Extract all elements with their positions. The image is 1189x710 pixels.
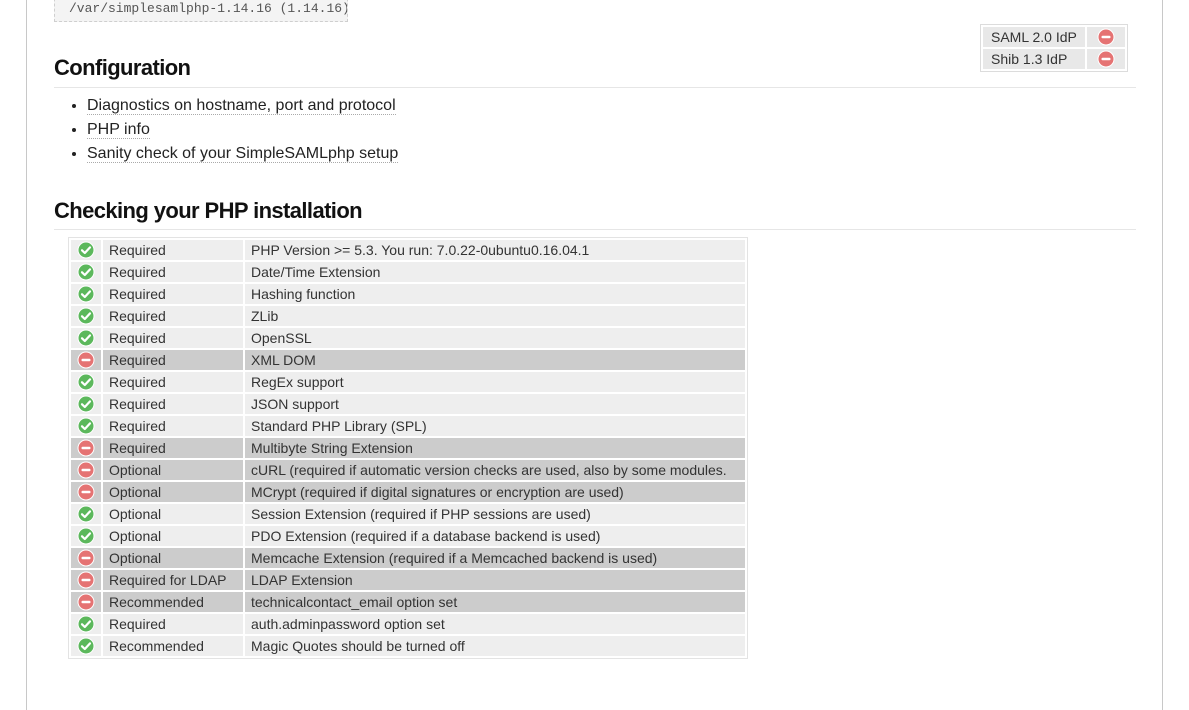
requirement-level: Recommended [103,636,243,656]
requirement-level: Required [103,284,243,304]
check-icon [71,416,101,436]
table-row: Optional cURL (required if automatic vers… [71,460,745,480]
list-item: Sanity check of your SimpleSAMLphp setup [87,142,399,166]
check-description: ZLib [245,306,745,326]
table-row: Required OpenSSL [71,328,745,348]
check-description: auth.adminpassword option set [245,614,745,634]
requirement-level: Required for LDAP [103,570,243,590]
requirement-level: Required [103,394,243,414]
fail-icon [71,438,101,458]
requirement-level: Optional [103,482,243,502]
metadata-label: SAML 2.0 IdP [983,27,1085,47]
diagnostics-link[interactable]: Diagnostics on hostname, port and protoc… [87,97,396,115]
check-description: PDO Extension (required if a database ba… [245,526,745,546]
configuration-links: Diagnostics on hostname, port and protoc… [54,94,399,166]
list-item: Diagnostics on hostname, port and protoc… [87,94,398,118]
fail-icon [1086,49,1125,69]
requirement-level: Required [103,350,243,370]
check-description: RegEx support [245,372,745,392]
check-description: technicalcontact_email option set [245,592,745,612]
check-description: Multibyte String Extension [245,438,745,458]
check-icon [71,240,101,260]
fail-icon [71,350,101,370]
check-icon [71,394,101,414]
divider [54,229,1136,230]
table-row: Optional MCrypt (required if digital sign… [71,482,745,502]
fail-icon [71,592,101,612]
check-description: Hashing function [245,284,745,304]
check-description: MCrypt (required if digital signatures o… [245,482,745,502]
fail-icon [71,460,101,480]
requirement-level: Required [103,416,243,436]
metadata-label: Shib 1.3 IdP [983,49,1085,69]
metadata-row: Shib 1.3 IdP [983,49,1125,69]
check-description: OpenSSL [245,328,745,348]
sanity-check-link[interactable]: Sanity check of your SimpleSAMLphp setup [87,145,399,163]
table-row: Required Hashing function [71,284,745,304]
requirement-level: Recommended [103,592,243,612]
check-icon [71,636,101,656]
requirement-level: Optional [103,460,243,480]
php-check-table: Required PHP Version >= 5.3. You run: 7.0… [68,237,748,659]
php-info-link[interactable]: PHP info [87,121,150,139]
fail-icon [1086,27,1125,47]
requirement-level: Required [103,328,243,348]
metadata-row: SAML 2.0 IdP [983,27,1125,47]
requirement-level: Required [103,240,243,260]
table-row: Recommended Magic Quotes should be turned… [71,636,745,656]
check-description: LDAP Extension [245,570,745,590]
php-check-heading: Checking your PHP installation [54,198,363,223]
configuration-heading: Configuration [54,55,191,80]
requirement-level: Optional [103,504,243,524]
check-description: Date/Time Extension [245,262,745,282]
table-row: Optional Session Extension (required if P… [71,504,745,524]
table-row: Required auth.adminpassword option set [71,614,745,634]
check-icon [71,504,101,524]
requirement-level: Required [103,614,243,634]
table-row: Optional PDO Extension (required if a dat… [71,526,745,546]
fail-icon [71,570,101,590]
table-row: Recommended technicalcontact_email option… [71,592,745,612]
list-item: PHP info [87,118,398,142]
check-icon [71,328,101,348]
table-row: Required JSON support [71,394,745,414]
requirement-level: Optional [103,548,243,568]
requirement-level: Required [103,372,243,392]
check-description: Memcache Extension (required if a Memcac… [245,548,745,568]
divider [54,87,1136,88]
table-row: Required XML DOM [71,350,745,370]
check-icon [71,284,101,304]
check-description: Magic Quotes should be turned off [245,636,745,656]
check-description: Standard PHP Library (SPL) [245,416,745,436]
fail-icon [71,482,101,502]
check-description: JSON support [245,394,745,414]
table-row: Required for LDAP LDAP Extension [71,570,745,590]
requirement-level: Required [103,438,243,458]
check-icon [71,372,101,392]
check-description: cURL (required if automatic version chec… [245,460,745,480]
requirement-level: Required [103,306,243,326]
check-icon [71,262,101,282]
check-icon [71,614,101,634]
requirement-level: Required [103,262,243,282]
check-description: PHP Version >= 5.3. You run: 7.0.22-0ubu… [245,240,745,260]
table-row: Required RegEx support [71,372,745,392]
check-description: Session Extension (required if PHP sessi… [245,504,745,524]
fail-icon [71,548,101,568]
table-row: Required Standard PHP Library (SPL) [71,416,745,436]
check-icon [71,526,101,546]
table-row: Required Date/Time Extension [71,262,745,282]
metadata-status-table: SAML 2.0 IdP Shib 1.3 IdP [980,24,1128,72]
check-description: XML DOM [245,350,745,370]
table-row: Optional Memcache Extension (required if … [71,548,745,568]
table-row: Required Multibyte String Extension [71,438,745,458]
install-path: /var/simplesamlphp-1.14.16 (1.14.16) [54,0,348,22]
table-row: Required PHP Version >= 5.3. You run: 7.0… [71,240,745,260]
table-row: Required ZLib [71,306,745,326]
requirement-level: Optional [103,526,243,546]
check-icon [71,306,101,326]
